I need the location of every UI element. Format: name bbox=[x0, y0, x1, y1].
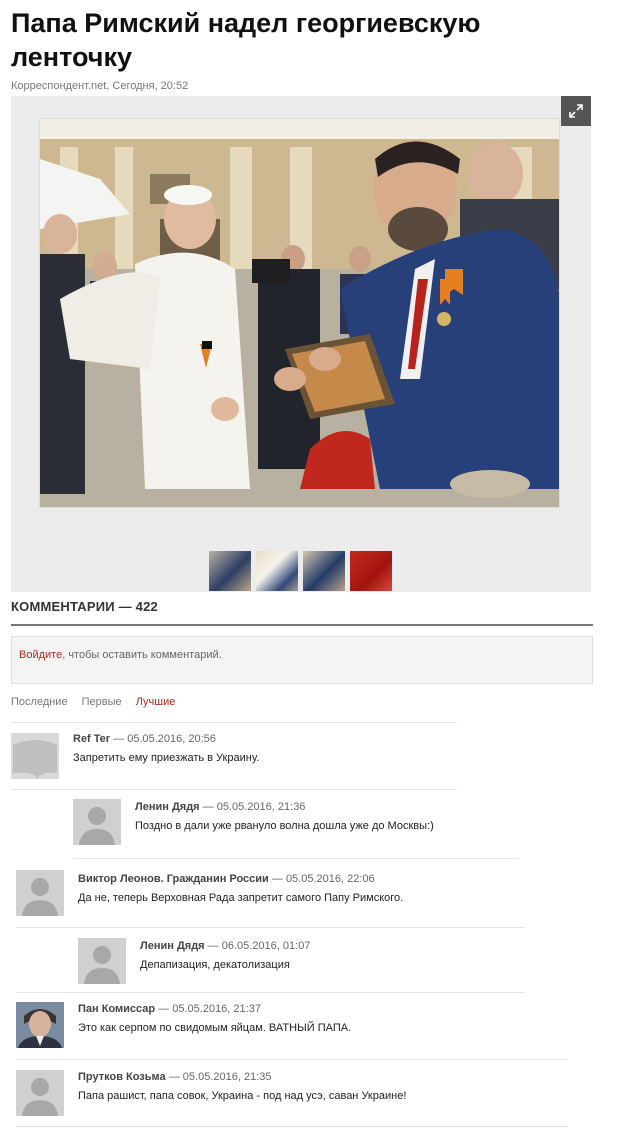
comment-meta: Ленин Дядя — 06.05.2016, 01:07 bbox=[140, 940, 311, 952]
default-user-avatar-icon[interactable] bbox=[16, 1070, 64, 1116]
comment-divider bbox=[16, 927, 524, 928]
comment-author[interactable]: Пан Комиссар bbox=[78, 1003, 155, 1015]
main-photo-illustration bbox=[40, 139, 559, 507]
comment-divider bbox=[73, 858, 519, 859]
article-title: Папа Римский надел георгиевскую ленточку bbox=[11, 8, 481, 72]
comment-text: Поздно в дали уже рвануло волна дошла уж… bbox=[135, 820, 434, 832]
comment-divider bbox=[16, 992, 524, 993]
comment-text: Запретить ему приезжать в Украину. bbox=[73, 752, 260, 764]
comment-divider bbox=[16, 1126, 568, 1127]
default-user-avatar-icon[interactable] bbox=[73, 799, 121, 845]
expand-arrows-icon bbox=[569, 104, 583, 118]
expand-gallery-button[interactable] bbox=[561, 96, 591, 126]
comment-text: Это как серпом по свидомым яйцам. ВАТНЫЙ… bbox=[78, 1022, 352, 1034]
login-link[interactable]: Войдите bbox=[19, 649, 62, 661]
tab-first[interactable]: Первые bbox=[82, 696, 122, 708]
comment-text: Да не, теперь Верховная Рада запретит са… bbox=[78, 892, 404, 904]
speech-bubble-avatar-icon[interactable] bbox=[11, 733, 59, 779]
comment-meta: Пан Комиссар — 05.05.2016, 21:37 bbox=[78, 1003, 261, 1015]
comment-sort-tabs: Последние Первые Лучшие bbox=[11, 696, 186, 708]
comment-text: Депапизация, декатолизация bbox=[140, 959, 290, 971]
comment-author[interactable]: Прутков Козьма bbox=[78, 1071, 166, 1083]
comment-meta: Ленин Дядя — 05.05.2016, 21:36 bbox=[135, 801, 306, 813]
comment-meta: Ref Ter — 05.05.2016, 20:56 bbox=[73, 733, 216, 745]
gallery-thumbnail[interactable] bbox=[303, 551, 345, 591]
article-meta: Корреспондент.net, Сегодня, 20:52 bbox=[11, 80, 189, 92]
comment-author[interactable]: Ленин Дядя bbox=[140, 940, 205, 952]
main-photo[interactable] bbox=[39, 118, 560, 508]
comment-date: 05.05.2016, 22:06 bbox=[285, 873, 375, 885]
tab-best[interactable]: Лучшие bbox=[136, 696, 176, 708]
comment-divider bbox=[16, 1059, 568, 1060]
comments-header-divider bbox=[11, 624, 593, 626]
comment-date: 05.05.2016, 20:56 bbox=[127, 733, 216, 745]
gallery-thumbnail[interactable] bbox=[256, 551, 298, 591]
user-photo-avatar[interactable] bbox=[16, 1002, 64, 1048]
comment-meta: Виктор Леонов. Гражданин России — 05.05.… bbox=[78, 873, 375, 885]
login-prompt: Войдите, чтобы оставить комментарий. bbox=[11, 636, 593, 684]
comment-date: 05.05.2016, 21:37 bbox=[172, 1003, 261, 1015]
gallery-thumbnails bbox=[209, 551, 392, 591]
gallery-thumbnail[interactable] bbox=[209, 551, 251, 591]
comment-divider bbox=[11, 722, 457, 723]
comments-header: КОММЕНТАРИИ — 422 bbox=[11, 599, 158, 614]
default-user-avatar-icon[interactable] bbox=[78, 938, 126, 984]
photo-gallery bbox=[11, 96, 591, 592]
comment-author[interactable]: Ленин Дядя bbox=[135, 801, 200, 813]
tab-latest[interactable]: Последние bbox=[11, 696, 68, 708]
comment-author[interactable]: Ref Ter bbox=[73, 733, 110, 745]
comment-text: Папа рашист, папа совок, Украина - под н… bbox=[78, 1090, 407, 1102]
comment-date: 06.05.2016, 01:07 bbox=[221, 940, 311, 952]
gallery-thumbnail[interactable] bbox=[350, 551, 392, 591]
comment-divider bbox=[11, 789, 457, 790]
comment-meta: Прутков Козьма — 05.05.2016, 21:35 bbox=[78, 1071, 272, 1083]
login-prompt-text: , чтобы оставить комментарий. bbox=[62, 649, 222, 661]
comment-author[interactable]: Виктор Леонов. Гражданин России bbox=[78, 873, 269, 885]
comment-date: 05.05.2016, 21:36 bbox=[216, 801, 306, 813]
default-user-avatar-icon[interactable] bbox=[16, 870, 64, 916]
comment-date: 05.05.2016, 21:35 bbox=[182, 1071, 272, 1083]
